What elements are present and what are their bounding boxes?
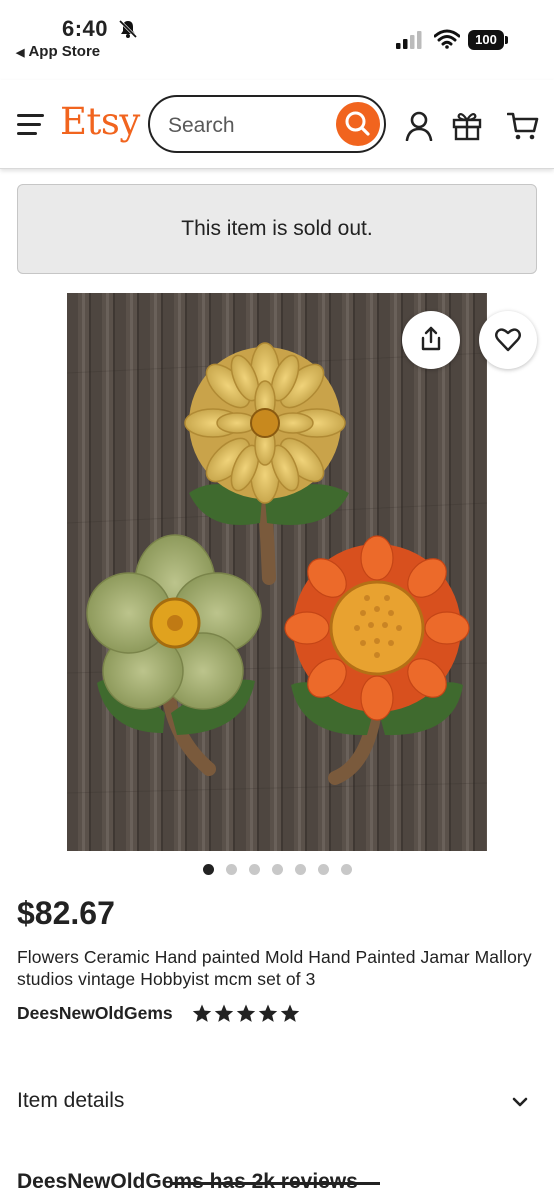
battery-nub	[505, 36, 508, 44]
star-icon	[258, 1004, 278, 1022]
back-triangle-icon: ◀	[16, 47, 25, 59]
listing-title: Flowers Ceramic Hand painted Mold Hand P…	[17, 947, 532, 989]
account-icon[interactable]	[405, 111, 433, 141]
wifi-icon	[434, 29, 460, 49]
signal-icon	[396, 31, 422, 49]
back-to-app-store[interactable]: ◀ App Store	[16, 43, 100, 60]
carousel-dot[interactable]	[272, 864, 283, 875]
carousel-dot[interactable]	[341, 864, 352, 875]
carousel-dot[interactable]	[249, 864, 260, 875]
back-app-label: App Store	[28, 43, 101, 60]
star-icon	[236, 1004, 256, 1022]
carousel-dot[interactable]	[226, 864, 237, 875]
cart-icon[interactable]	[507, 111, 539, 141]
share-icon	[421, 326, 441, 351]
clock: 6:40	[62, 16, 109, 41]
silent-bell-icon	[118, 19, 138, 39]
shop-rating-stars	[192, 1004, 302, 1028]
star-icon	[192, 1004, 212, 1022]
chevron-down-icon[interactable]	[512, 1096, 528, 1108]
shop-name-link[interactable]: DeesNewOldGems	[17, 1003, 173, 1024]
carousel-dot[interactable]	[295, 864, 306, 875]
site-header: Etsy Search	[0, 80, 554, 169]
battery-indicator: 100	[468, 30, 504, 50]
carousel-dot[interactable]	[203, 864, 214, 875]
search-button[interactable]	[336, 102, 380, 146]
favorite-button[interactable]	[479, 311, 537, 369]
star-icon	[280, 1004, 300, 1022]
hamburger-menu-icon[interactable]	[17, 114, 44, 136]
etsy-logo[interactable]: Etsy	[60, 100, 140, 143]
search-bar[interactable]: Search	[148, 95, 386, 153]
item-details-toggle[interactable]: Item details	[17, 1089, 124, 1113]
scroll-indicator-line	[170, 1182, 380, 1185]
ceramic-flowers-image	[67, 293, 487, 851]
search-icon	[345, 111, 370, 136]
product-photo[interactable]	[67, 293, 487, 851]
listing-price: $82.67	[17, 895, 115, 931]
share-button[interactable]	[402, 311, 460, 369]
gift-icon[interactable]	[452, 111, 482, 141]
sold-out-notice: This item is sold out.	[17, 184, 537, 274]
heart-icon	[495, 328, 521, 352]
status-bar: 6:40 ◀ App Store 100	[0, 0, 554, 70]
carousel-dot[interactable]	[318, 864, 329, 875]
star-icon	[214, 1004, 234, 1022]
search-input[interactable]: Search	[168, 114, 235, 138]
